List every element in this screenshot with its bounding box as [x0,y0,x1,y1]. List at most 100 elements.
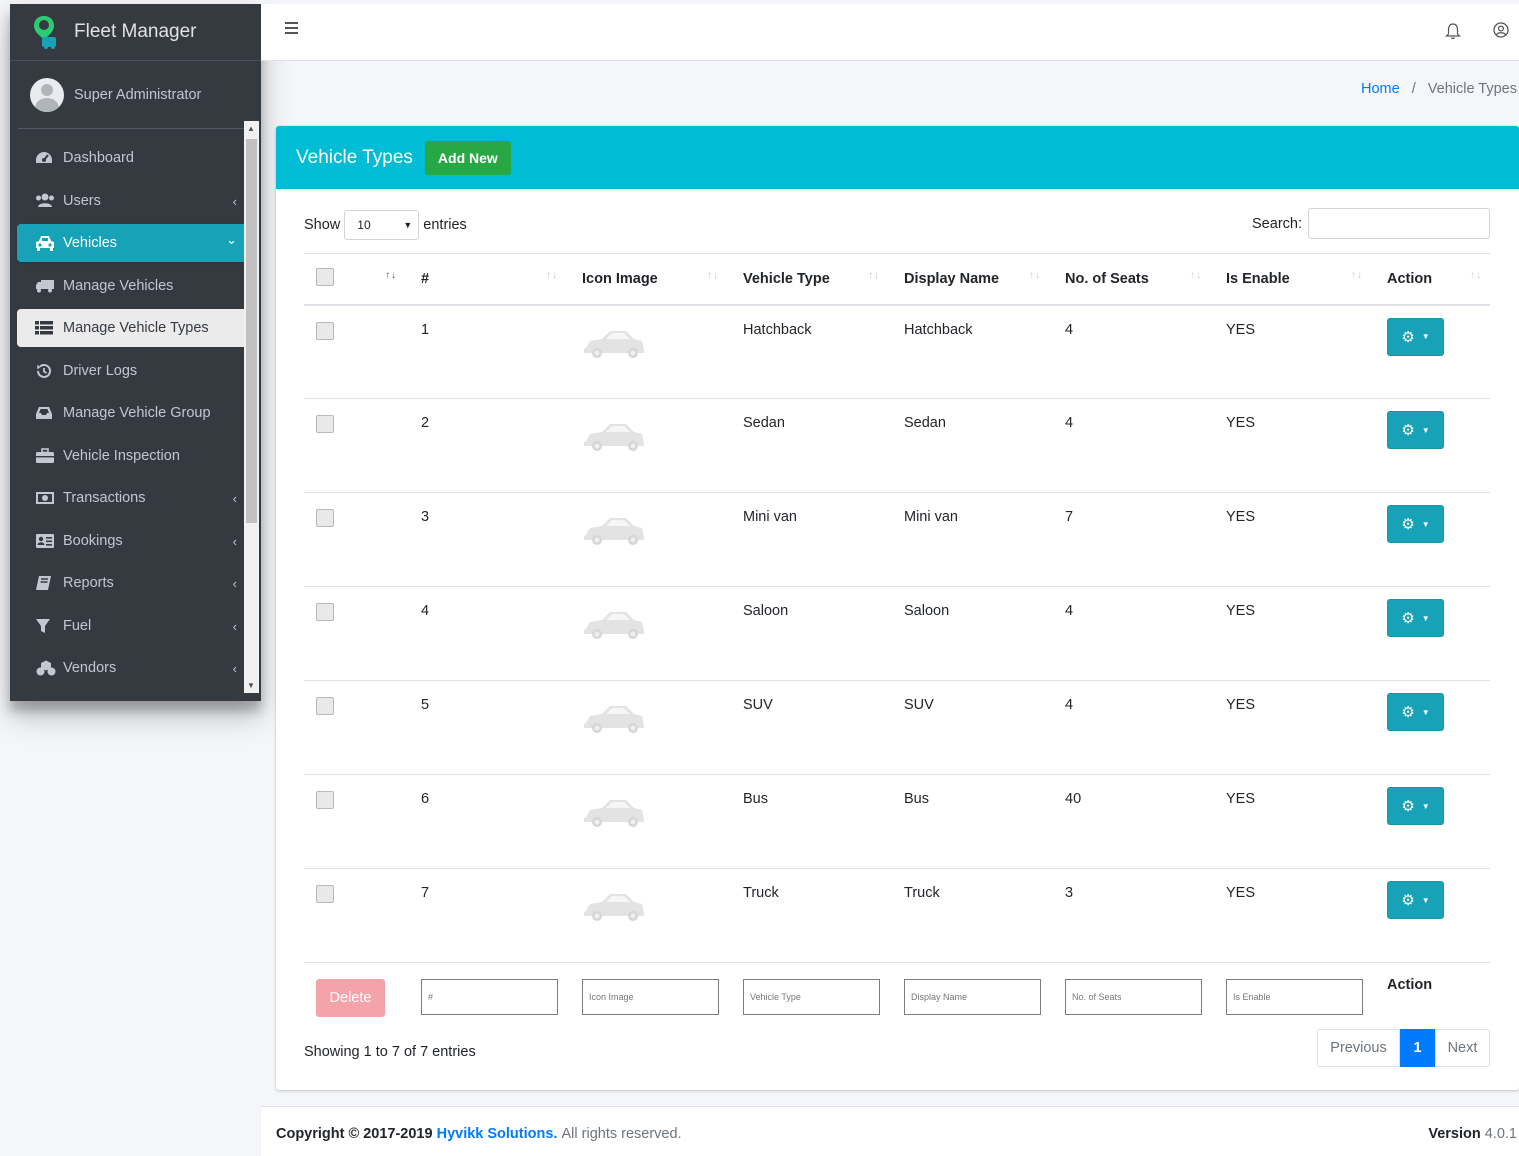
sidebar-item-driver-logs[interactable]: Driver Logs [17,352,253,390]
sidebar-item-vehicles[interactable]: Vehicles ⌄ [17,224,253,262]
search-label: Search: [1252,215,1302,232]
gear-icon: ⚙ [1401,516,1415,533]
sidebar-item-vendors[interactable]: Vendors ‹ [17,649,253,687]
users-icon [35,193,57,209]
filter-vehicle-type-input[interactable]: Vehicle Type [743,979,880,1015]
sidebar-item-transactions[interactable]: Transactions ‹ [17,479,253,517]
sidebar-item-label: Vendors [63,660,117,676]
sidebar-item-manage-vehicle-types[interactable]: Manage Vehicle Types [17,309,253,347]
row-checkbox[interactable] [316,603,334,621]
display-name-cell: Hatchback [904,321,973,338]
caret-down-icon: ▼ [1421,801,1430,811]
column-is-enable[interactable]: Is Enable ↑↓ [1214,253,1375,306]
column-vehicle-type[interactable]: Vehicle Type ↑↓ [731,253,892,306]
delete-button[interactable]: Delete [316,979,385,1017]
action-dropdown-button[interactable]: ⚙ ▼ [1387,693,1444,731]
inbox-icon [35,405,57,421]
row-checkbox[interactable] [316,697,334,715]
sidebar-scrollbar[interactable]: ▲ ▼ [244,121,259,693]
add-new-button[interactable]: Add New [424,140,511,175]
sidebar-item-users[interactable]: Users ‹ [17,182,253,220]
sidebar-item-label: Vehicles [63,235,118,251]
fleet-logo-icon [32,15,62,49]
book-icon [35,575,57,591]
brand-link[interactable]: Fleet Manager [10,4,261,61]
breadcrumb-home-link[interactable]: Home [1361,81,1400,97]
display-name-cell: Mini van [904,509,958,525]
hamburger-menu-icon[interactable] [285,22,299,34]
truck-icon [35,278,57,294]
breadcrumb-current: Vehicle Types [1427,81,1517,97]
table-row: 7 Truck Truck 3 YES ⚙ ▼ [304,868,1490,963]
user-panel[interactable]: Super Administrator [18,61,253,129]
vehicle-type-cell: Sedan [743,415,785,431]
sidebar-item-manage-vehicles[interactable]: Manage Vehicles [17,267,253,305]
user-name: Super Administrator [74,86,202,103]
caret-down-icon: ▼ [1421,519,1430,529]
is-enable-cell: YES [1226,697,1256,713]
chevron-left-icon: ‹ [232,193,237,209]
column-seats[interactable]: No. of Seats ↑↓ [1053,253,1214,306]
filter-is-enable-input[interactable]: Is Enable [1226,979,1363,1015]
sidebar-item-bookings[interactable]: Bookings ‹ [17,522,253,560]
filter-number-input[interactable]: # [421,979,558,1015]
filter-display-name-input[interactable]: Display Name [904,979,1041,1015]
sort-icon: ↑↓ [1470,270,1482,281]
row-number: 6 [421,791,430,807]
chevron-left-icon: ‹ [232,576,237,591]
action-dropdown-button[interactable]: ⚙ ▼ [1387,599,1444,637]
action-dropdown-button[interactable]: ⚙ ▼ [1387,505,1444,543]
sort-icon: ↑↓ [707,270,719,281]
chevron-left-icon: ‹ [232,533,237,549]
sort-icon: ↑↓ [868,270,880,281]
sidebar-item-label: Vehicle Inspection [63,447,180,464]
search-input[interactable] [1308,208,1490,239]
column-action[interactable]: Action ↑↓ [1375,253,1490,306]
caret-down-icon: ▼ [1421,707,1430,717]
filter-seats-input[interactable]: No. of Seats [1065,979,1202,1015]
column-icon-image[interactable]: Icon Image ↑↓ [570,253,731,306]
previous-page-button[interactable]: Previous [1317,1029,1400,1067]
row-checkbox[interactable] [316,885,334,903]
sort-icon: ↑↓ [1190,270,1202,281]
tachometer-icon [35,150,57,166]
table-row: 6 Bus Bus 40 YES ⚙ ▼ [304,774,1490,869]
bell-icon[interactable] [1445,22,1461,40]
chevron-down-icon: ⌄ [226,232,237,247]
sidebar-item-label: Manage Vehicle Types [63,320,209,336]
gear-icon: ⚙ [1401,704,1415,721]
sidebar-item-manage-vehicle-group[interactable]: Manage Vehicle Group [17,394,253,432]
action-dropdown-button[interactable]: ⚙ ▼ [1387,787,1444,825]
action-dropdown-button[interactable]: ⚙ ▼ [1387,881,1444,919]
page-1-button[interactable]: 1 [1400,1029,1435,1067]
column-select-all[interactable]: ↑↓ [304,253,409,306]
column-display-name[interactable]: Display Name ↑↓ [892,253,1053,306]
sidebar-item-fuel[interactable]: Fuel ‹ [17,607,253,645]
filter-icon-image-input[interactable]: Icon Image [582,979,719,1015]
company-link[interactable]: Hyvikk Solutions. [437,1126,558,1142]
next-page-button[interactable]: Next [1435,1029,1490,1067]
column-number[interactable]: # ↑↓ [409,253,570,306]
sidebar-item-reports[interactable]: Reports ‹ [17,564,253,602]
vehicle-type-cell: Truck [743,885,779,901]
gear-icon: ⚙ [1401,892,1415,909]
action-dropdown-button[interactable]: ⚙ ▼ [1387,317,1444,356]
is-enable-cell: YES [1226,415,1256,431]
car-icon [582,421,646,453]
scroll-down-icon[interactable]: ▼ [247,681,255,690]
select-all-checkbox[interactable] [316,267,334,286]
display-name-cell: Saloon [904,603,950,619]
scrollbar-thumb[interactable] [246,139,257,523]
user-circle-icon[interactable] [1493,22,1509,38]
entries-select[interactable]: 10 ▼ [344,210,420,240]
sidebar-item-vehicle-inspection[interactable]: Vehicle Inspection [17,437,253,475]
version-number: 4.0.1 [1484,1126,1517,1142]
scroll-up-icon[interactable]: ▲ [247,124,255,133]
row-checkbox[interactable] [316,791,334,809]
row-checkbox[interactable] [316,321,334,340]
seats-cell: 4 [1065,415,1074,431]
row-checkbox[interactable] [316,415,334,433]
action-dropdown-button[interactable]: ⚙ ▼ [1387,411,1444,449]
sidebar-item-dashboard[interactable]: Dashboard [17,139,253,177]
row-checkbox[interactable] [316,509,334,527]
